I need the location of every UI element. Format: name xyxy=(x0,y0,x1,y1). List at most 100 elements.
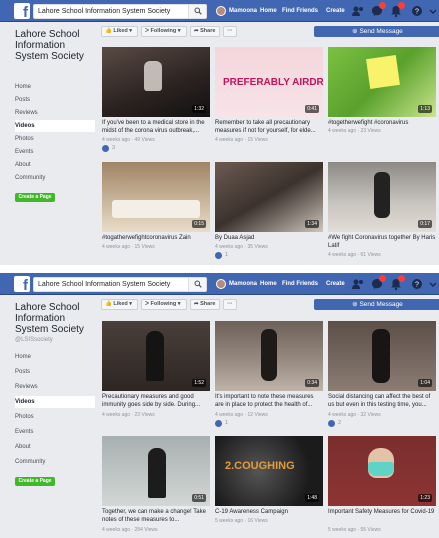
video-title[interactable]: Remember to take all precautionary measu… xyxy=(215,119,323,135)
video-thumbnail[interactable]: 1:34 xyxy=(215,162,323,232)
nav-home[interactable]: Home xyxy=(260,273,277,295)
more-button[interactable]: ··· xyxy=(223,26,237,37)
page-title[interactable]: Lahore School Information System Society xyxy=(15,302,99,335)
video-title[interactable]: Together, we can make a change! Take not… xyxy=(102,508,210,524)
search-input[interactable]: Lahore School Information System Society xyxy=(38,279,170,291)
nav-create[interactable]: Create xyxy=(326,273,345,295)
video-thumbnail[interactable]: 0:15 xyxy=(102,162,210,232)
video-title[interactable]: C-19 Awareness Campaign xyxy=(215,508,323,516)
facebook-logo[interactable]: f xyxy=(14,3,30,19)
nav-find-friends[interactable]: Find Friends xyxy=(282,0,318,22)
video-thumbnail[interactable]: 2.COUGHING 1:48 xyxy=(215,436,323,506)
video-thumbnail[interactable]: 0:17 xyxy=(328,162,436,232)
video-meta: 4 weeks ago · 23 Views xyxy=(328,128,381,134)
nav-profile[interactable]: Mamoona xyxy=(229,273,257,295)
video-title[interactable]: Precautionary measures and good immunity… xyxy=(102,393,210,409)
video-title[interactable]: #togatherwefightcoronavirus Zain xyxy=(102,234,210,242)
sidebar-item-events[interactable]: Events xyxy=(15,146,95,158)
sidebar-item-about[interactable]: About xyxy=(15,441,95,453)
search-box[interactable]: Lahore School Information System Society xyxy=(33,4,207,19)
sticky-note-shape xyxy=(366,55,400,89)
video-duration: 0:41 xyxy=(305,105,319,113)
create-page-button[interactable]: Create a Page xyxy=(15,193,55,202)
notifications-bell-icon[interactable] xyxy=(389,2,405,18)
video-thumbnail[interactable]: 1:13 xyxy=(328,47,436,117)
nav-find-friends[interactable]: Find Friends xyxy=(282,273,318,295)
reaction-count[interactable]: 3 xyxy=(112,145,115,151)
video-meta: 4 weeks ago · 49 Views xyxy=(102,137,155,143)
page-handle[interactable]: @LSISsociety xyxy=(15,337,53,343)
sidebar-item-videos[interactable]: Videos xyxy=(15,396,95,408)
page-action-bar: 👍 Liked ▾ ᐳ Following ▾ ➦ Share ··· ⊚ Se… xyxy=(101,299,439,313)
search-box[interactable]: Lahore School Information System Society xyxy=(33,277,207,292)
page-title[interactable]: Lahore School Information System Society xyxy=(15,29,99,62)
notification-badge xyxy=(379,2,386,9)
video-duration: 1:04 xyxy=(418,379,432,387)
sidebar-item-community[interactable]: Community xyxy=(15,456,95,468)
video-thumbnail[interactable]: 1:52 xyxy=(102,321,210,391)
video-title[interactable]: If you've been to a medical store in the… xyxy=(102,119,210,135)
search-button[interactable] xyxy=(188,5,206,18)
reaction-count[interactable]: 1 xyxy=(225,252,228,258)
messenger-icon[interactable] xyxy=(370,275,386,291)
video-title[interactable]: Important Safety Measures for Covid-19 xyxy=(328,508,436,524)
sidebar-item-home[interactable]: Home xyxy=(15,81,95,93)
sidebar-item-posts[interactable]: Posts xyxy=(15,366,95,378)
nav-profile[interactable]: Mamoona xyxy=(229,0,257,22)
nav-home[interactable]: Home xyxy=(260,0,277,22)
liked-button[interactable]: 👍 Liked ▾ xyxy=(101,26,138,37)
reaction-count[interactable]: 1 xyxy=(225,420,228,426)
search-button[interactable] xyxy=(188,278,206,291)
messenger-icon[interactable] xyxy=(370,2,386,18)
more-button[interactable]: ··· xyxy=(223,299,237,310)
nav-create[interactable]: Create xyxy=(326,0,345,22)
sidebar-item-videos[interactable]: Videos xyxy=(15,120,95,132)
sidebar-item-reviews[interactable]: Reviews xyxy=(15,107,95,119)
sidebar-item-events[interactable]: Events xyxy=(15,426,95,438)
screenshot-top: f Lahore School Information System Socie… xyxy=(0,0,439,265)
top-navbar: f Lahore School Information System Socie… xyxy=(0,0,439,22)
sidebar-item-about[interactable]: About xyxy=(15,159,95,171)
thumbnail-overlay-text: 2.COUGHING xyxy=(225,460,295,472)
video-thumbnail[interactable]: 1:23 xyxy=(328,436,436,506)
friend-requests-icon[interactable] xyxy=(351,277,365,291)
notifications-bell-icon[interactable] xyxy=(389,275,405,291)
liked-button[interactable]: 👍 Liked ▾ xyxy=(101,299,138,310)
following-label: Following ▾ xyxy=(150,28,181,34)
create-page-button[interactable]: Create a Page xyxy=(15,477,55,486)
sidebar-item-photos[interactable]: Photos xyxy=(15,411,95,423)
video-thumbnail[interactable]: 0:51 xyxy=(102,436,210,506)
avatar[interactable] xyxy=(216,279,226,289)
following-button[interactable]: ᐳ Following ▾ xyxy=(141,299,187,310)
like-reaction-icon xyxy=(328,420,335,427)
sidebar-item-photos[interactable]: Photos xyxy=(15,133,95,145)
avatar[interactable] xyxy=(216,6,226,16)
chevron-down-icon[interactable] xyxy=(428,277,438,291)
sidebar-item-home[interactable]: Home xyxy=(15,351,95,363)
send-message-button[interactable]: ⊚ Send Message xyxy=(314,26,439,37)
video-title[interactable]: By Duaa Asjad xyxy=(215,234,323,242)
sidebar-item-posts[interactable]: Posts xyxy=(15,94,95,106)
share-button[interactable]: ➦ Share xyxy=(190,26,220,37)
reaction-count[interactable]: 2 xyxy=(338,420,341,426)
video-thumbnail[interactable]: 1:32 xyxy=(102,47,210,117)
video-thumbnail[interactable]: PREFERABLY AIRDRY 0:41 xyxy=(215,47,323,117)
search-input[interactable]: Lahore School Information System Society xyxy=(38,6,170,18)
following-button[interactable]: ᐳ Following ▾ xyxy=(141,26,187,37)
help-icon[interactable]: ? xyxy=(410,4,424,18)
video-thumbnail[interactable]: 0:34 xyxy=(215,321,323,391)
video-title[interactable]: #We fight Coronavirus together By Haris … xyxy=(328,234,436,250)
chevron-down-icon[interactable] xyxy=(428,4,438,18)
video-title[interactable]: It's important to note these measures ar… xyxy=(215,393,323,409)
share-button[interactable]: ➦ Share xyxy=(190,299,220,310)
send-message-button[interactable]: ⊚ Send Message xyxy=(314,299,439,310)
sidebar-item-community[interactable]: Community xyxy=(15,172,95,184)
video-title[interactable]: #togetherwefight #coronavirus xyxy=(328,119,436,127)
friend-requests-icon[interactable] xyxy=(351,4,365,18)
sidebar-item-reviews[interactable]: Reviews xyxy=(15,381,95,393)
facebook-logo[interactable]: f xyxy=(14,276,30,292)
help-icon[interactable]: ? xyxy=(410,277,424,291)
video-duration: 0:17 xyxy=(418,220,432,228)
video-title[interactable]: Social distancing can affect the best of… xyxy=(328,393,436,409)
video-thumbnail[interactable]: 1:04 xyxy=(328,321,436,391)
